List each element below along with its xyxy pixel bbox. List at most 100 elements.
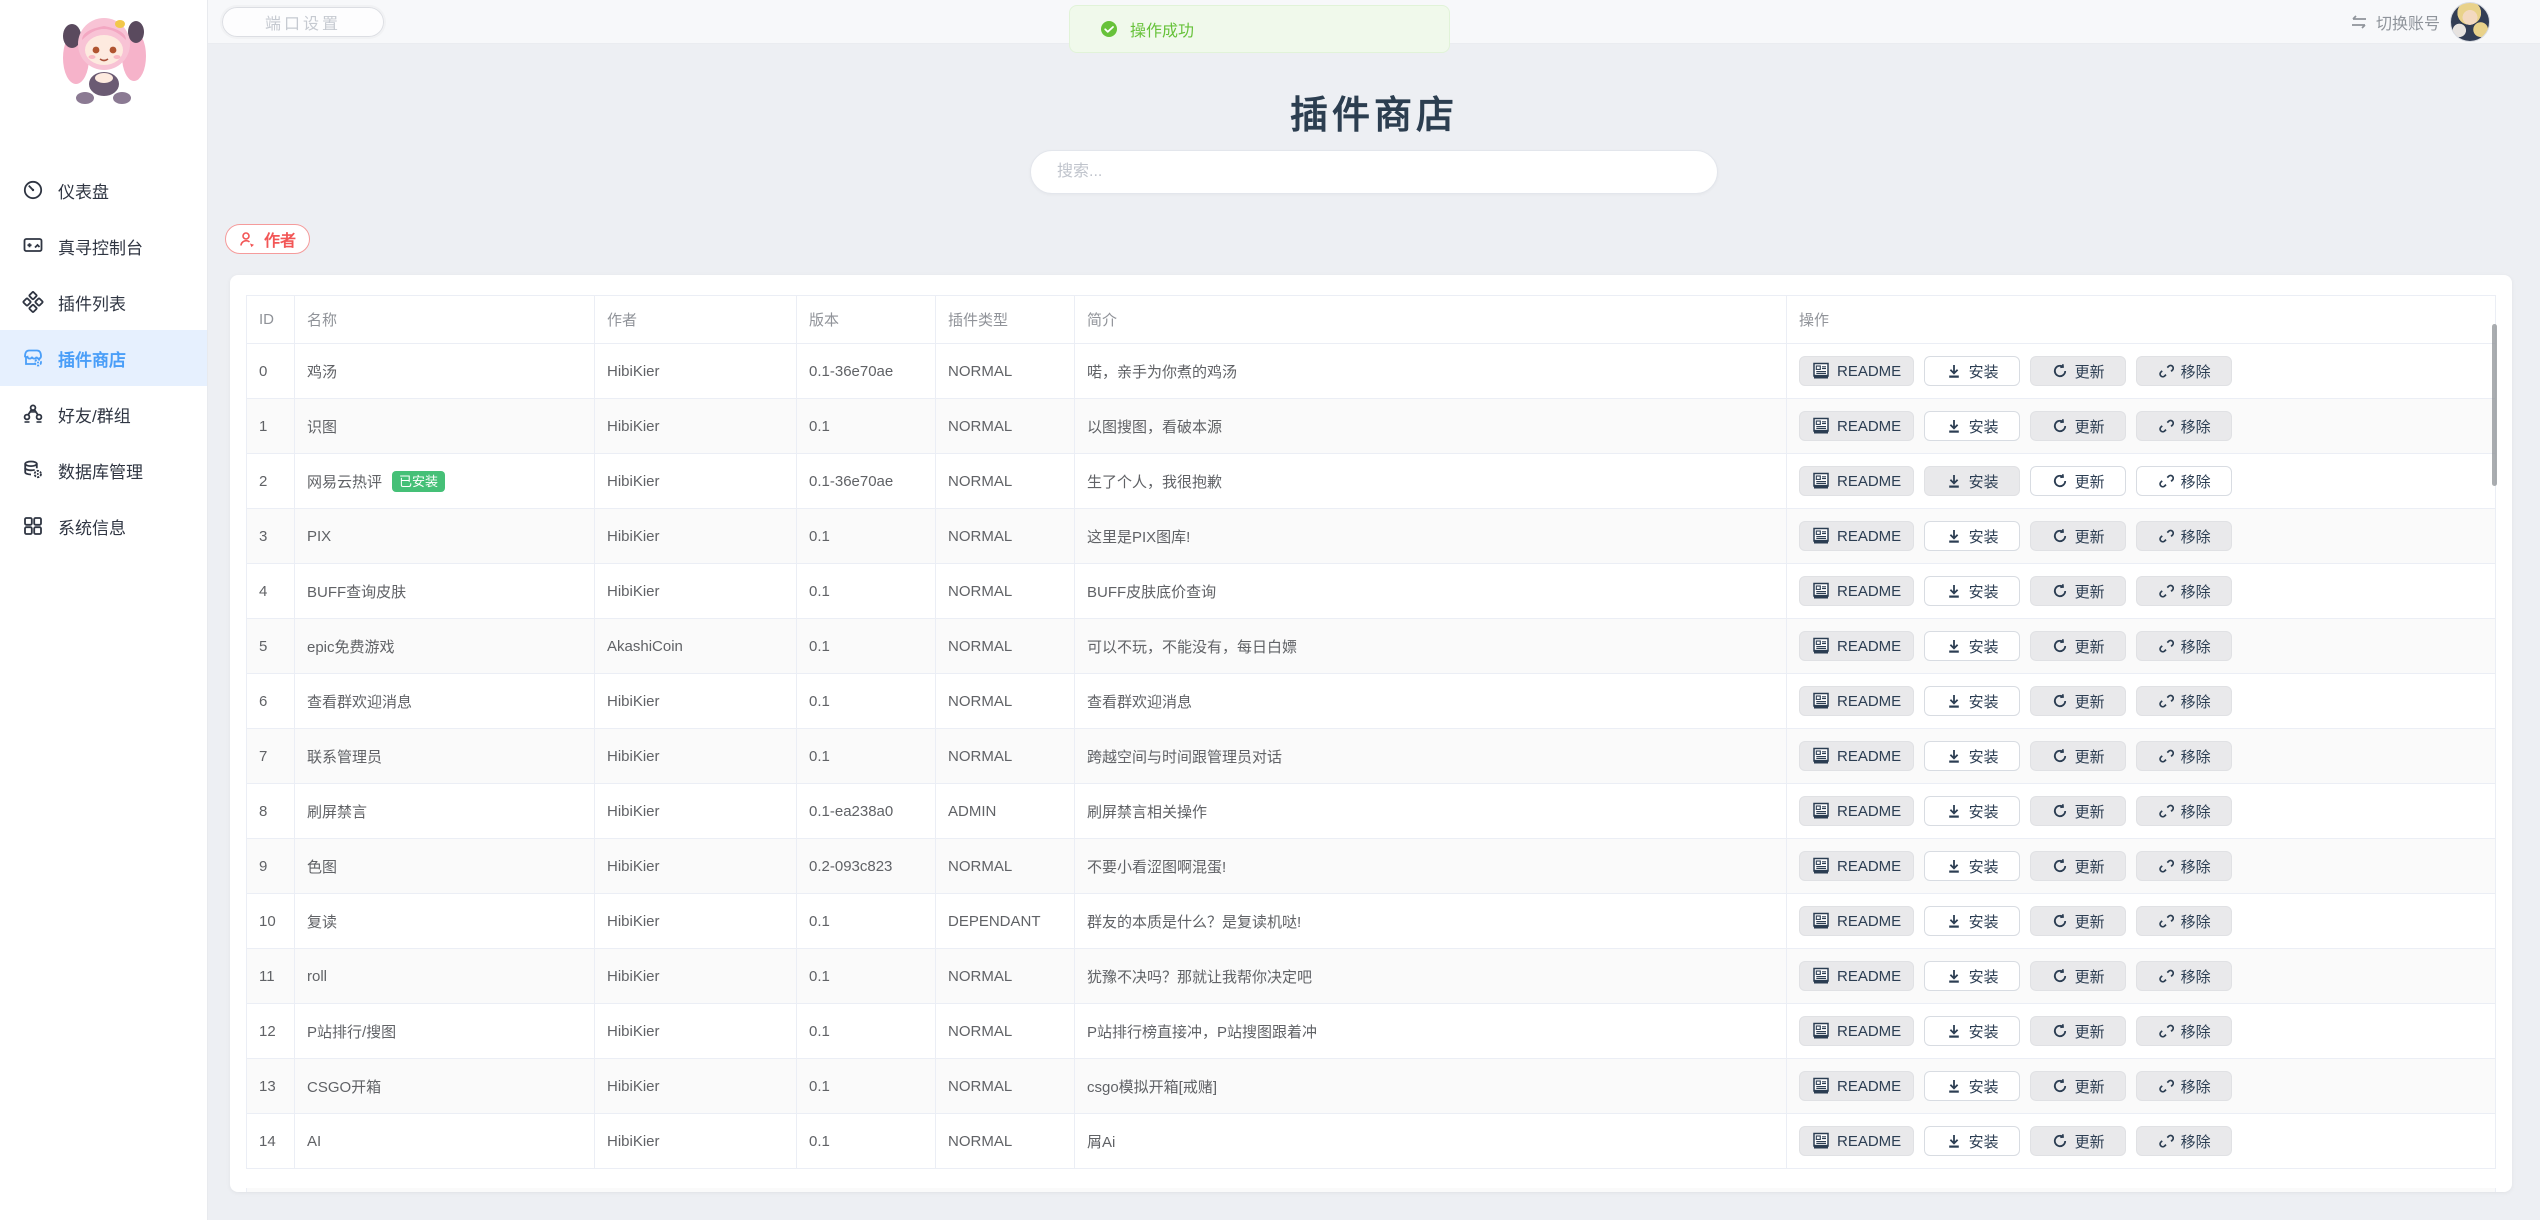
sidebar-item-database[interactable]: 数据库管理	[0, 442, 207, 498]
header-name: 名称	[295, 296, 595, 344]
update-button[interactable]: 更新	[2030, 851, 2126, 881]
cell-intro: BUFF皮肤底价查询	[1075, 564, 1787, 619]
readme-button[interactable]: README	[1799, 466, 1914, 496]
cell-id: 11	[247, 949, 295, 1004]
bot-logo	[52, 6, 156, 112]
port-settings-button[interactable]: 端口设置	[222, 7, 384, 37]
update-button[interactable]: 更新	[2030, 521, 2126, 551]
table-row: 5 epic免费游戏 AkashiCoin 0.1 NORMAL 可以不玩，不能…	[247, 619, 2495, 674]
user-avatar[interactable]	[2450, 2, 2490, 42]
sidebar-item-console[interactable]: 真寻控制台	[0, 218, 207, 274]
readme-button[interactable]: README	[1799, 851, 1914, 881]
install-button[interactable]: 安装	[1924, 1126, 2020, 1156]
cell-name: 复读	[295, 894, 595, 949]
sidebar-item-friends-groups[interactable]: 好友/群组	[0, 386, 207, 442]
readme-button[interactable]: README	[1799, 631, 1914, 661]
remove-label: 移除	[2181, 746, 2211, 767]
update-button[interactable]: 更新	[2030, 1126, 2126, 1156]
update-button[interactable]: 更新	[2030, 576, 2126, 606]
remove-button[interactable]: 移除	[2136, 1126, 2232, 1156]
cell-type: DEPENDANT	[936, 894, 1075, 949]
readme-doc-icon	[1812, 362, 1830, 380]
refresh-icon	[2052, 968, 2068, 984]
sidebar-item-dashboard[interactable]: 仪表盘	[0, 162, 207, 218]
update-button[interactable]: 更新	[2030, 796, 2126, 826]
update-label: 更新	[2075, 471, 2105, 492]
install-button[interactable]: 安装	[1924, 411, 2020, 441]
update-button[interactable]: 更新	[2030, 631, 2126, 661]
readme-button[interactable]: README	[1799, 1016, 1914, 1046]
table-row: 8 刷屏禁言 HibiKier 0.1-ea238a0 ADMIN 刷屏禁言相关…	[247, 784, 2495, 839]
sidebar-nav: 仪表盘 真寻控制台 插件列表 插件商店	[0, 162, 207, 554]
sidebar-item-plugin-store[interactable]: 插件商店	[0, 330, 207, 386]
remove-button[interactable]: 移除	[2136, 631, 2232, 661]
table-scrollbar-thumb[interactable]	[2492, 324, 2497, 486]
update-button[interactable]: 更新	[2030, 906, 2126, 936]
cell-actions: README 安装 更新 移	[1787, 1004, 2495, 1059]
remove-button[interactable]: 移除	[2136, 1071, 2232, 1101]
install-button[interactable]: 安装	[1924, 851, 2020, 881]
readme-button[interactable]: README	[1799, 796, 1914, 826]
install-button[interactable]: 安装	[1924, 906, 2020, 936]
install-button[interactable]: 安装	[1924, 1071, 2020, 1101]
remove-button[interactable]: 移除	[2136, 1016, 2232, 1046]
remove-label: 移除	[2181, 416, 2211, 437]
remove-button[interactable]: 移除	[2136, 411, 2232, 441]
remove-button[interactable]: 移除	[2136, 906, 2232, 936]
cell-intro: 屑Ai	[1075, 1114, 1787, 1169]
update-button[interactable]: 更新	[2030, 1071, 2126, 1101]
remove-button[interactable]: 移除	[2136, 851, 2232, 881]
install-button[interactable]: 安装	[1924, 631, 2020, 661]
install-button[interactable]: 安装	[1924, 961, 2020, 991]
author-filter-button[interactable]: 作者	[225, 224, 310, 254]
remove-label: 移除	[2181, 526, 2211, 547]
switch-account-button[interactable]: 切换账号	[2349, 10, 2440, 34]
readme-button[interactable]: README	[1799, 1126, 1914, 1156]
install-button[interactable]: 安装	[1924, 466, 2020, 496]
readme-button[interactable]: README	[1799, 961, 1914, 991]
readme-button[interactable]: README	[1799, 906, 1914, 936]
update-button[interactable]: 更新	[2030, 1016, 2126, 1046]
remove-button[interactable]: 移除	[2136, 356, 2232, 386]
cell-type: NORMAL	[936, 949, 1075, 1004]
readme-button[interactable]: README	[1799, 411, 1914, 441]
remove-button[interactable]: 移除	[2136, 686, 2232, 716]
remove-button[interactable]: 移除	[2136, 521, 2232, 551]
cell-intro: 生了个人，我很抱歉	[1075, 454, 1787, 509]
update-button[interactable]: 更新	[2030, 411, 2126, 441]
readme-button[interactable]: README	[1799, 1071, 1914, 1101]
install-button[interactable]: 安装	[1924, 356, 2020, 386]
update-button[interactable]: 更新	[2030, 961, 2126, 991]
download-icon	[1946, 638, 1962, 654]
cell-author: HibiKier	[595, 1059, 797, 1114]
table-row: 7 联系管理员 HibiKier 0.1 NORMAL 跨越空间与时间跟管理员对…	[247, 729, 2495, 784]
update-button[interactable]: 更新	[2030, 466, 2126, 496]
refresh-icon	[2052, 1133, 2068, 1149]
update-button[interactable]: 更新	[2030, 741, 2126, 771]
sidebar-item-plugin-list[interactable]: 插件列表	[0, 274, 207, 330]
install-button[interactable]: 安装	[1924, 1016, 2020, 1046]
sidebar-item-system-info[interactable]: 系统信息	[0, 498, 207, 554]
install-button[interactable]: 安装	[1924, 521, 2020, 551]
refresh-icon	[2052, 418, 2068, 434]
remove-button[interactable]: 移除	[2136, 576, 2232, 606]
install-button[interactable]: 安装	[1924, 741, 2020, 771]
readme-button[interactable]: README	[1799, 521, 1914, 551]
remove-button[interactable]: 移除	[2136, 466, 2232, 496]
readme-button[interactable]: README	[1799, 576, 1914, 606]
plugin-table: ID 名称 作者 版本 插件类型 简介 操作 0 鸡汤 HibiKier 0.1…	[246, 295, 2496, 1169]
readme-button[interactable]: README	[1799, 356, 1914, 386]
cell-type: NORMAL	[936, 1004, 1075, 1059]
readme-button[interactable]: README	[1799, 741, 1914, 771]
install-button[interactable]: 安装	[1924, 686, 2020, 716]
install-button[interactable]: 安装	[1924, 796, 2020, 826]
remove-button[interactable]: 移除	[2136, 796, 2232, 826]
readme-button[interactable]: README	[1799, 686, 1914, 716]
remove-button[interactable]: 移除	[2136, 961, 2232, 991]
remove-button[interactable]: 移除	[2136, 741, 2232, 771]
update-button[interactable]: 更新	[2030, 686, 2126, 716]
search-input[interactable]	[1030, 150, 1718, 194]
update-button[interactable]: 更新	[2030, 356, 2126, 386]
install-button[interactable]: 安装	[1924, 576, 2020, 606]
switch-account-label: 切换账号	[2376, 10, 2440, 34]
